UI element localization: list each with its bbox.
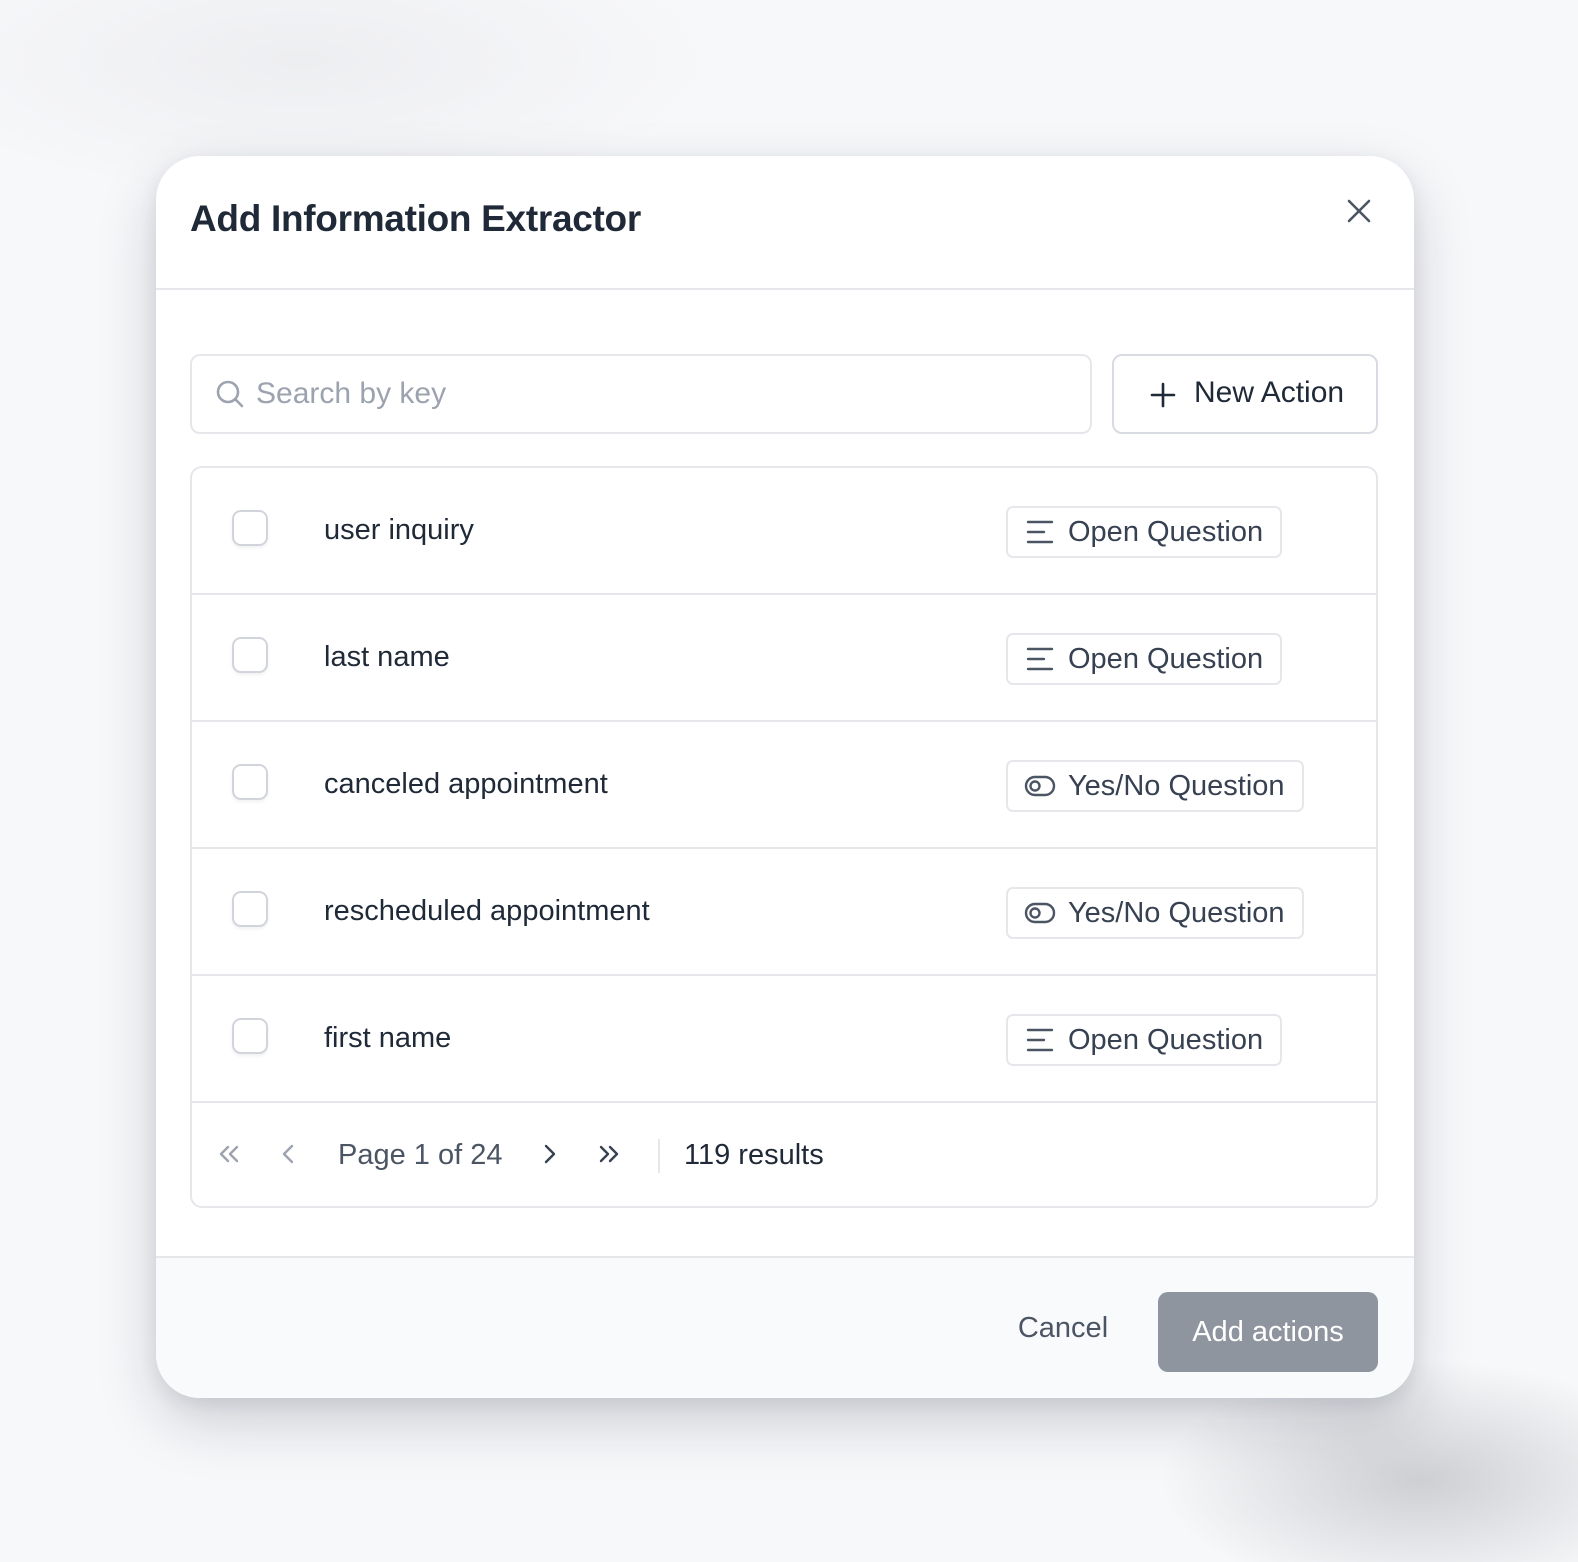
page-indicator: Page 1 of 24 bbox=[338, 1139, 503, 1171]
question-type-badge: Open Question bbox=[1006, 633, 1283, 685]
search-field[interactable] bbox=[190, 354, 1092, 434]
question-type-label: Open Question bbox=[1068, 642, 1264, 675]
chevron-left-icon bbox=[282, 1144, 294, 1164]
new-action-button[interactable]: New Action bbox=[1112, 354, 1378, 434]
row-key-label: canceled appointment bbox=[324, 768, 608, 800]
row-key-label: first name bbox=[324, 1022, 452, 1054]
dialog-footer: Cancel Add actions bbox=[156, 1256, 1414, 1398]
last-page-button[interactable] bbox=[592, 1137, 626, 1171]
search-icon bbox=[216, 380, 244, 408]
question-type-badge: Open Question bbox=[1006, 506, 1283, 558]
row-checkbox[interactable] bbox=[232, 1018, 268, 1054]
pagination-bar: Page 1 of 24 119 results bbox=[192, 1105, 1376, 1206]
pagination-divider bbox=[658, 1139, 660, 1173]
plus-icon bbox=[1150, 382, 1176, 408]
lines-icon bbox=[1026, 1028, 1054, 1052]
row-checkbox[interactable] bbox=[232, 891, 268, 927]
row-key-label: rescheduled appointment bbox=[324, 895, 650, 927]
question-type-label: Open Question bbox=[1068, 515, 1264, 548]
table-row: canceled appointment Yes/No Question bbox=[192, 722, 1376, 849]
question-type-badge: Yes/No Question bbox=[1006, 760, 1304, 812]
question-type-badge: Yes/No Question bbox=[1006, 887, 1304, 939]
close-icon bbox=[1347, 199, 1371, 223]
previous-page-button[interactable] bbox=[272, 1137, 306, 1171]
question-type-label: Yes/No Question bbox=[1068, 769, 1285, 802]
row-checkbox[interactable] bbox=[232, 764, 268, 800]
chevrons-right-icon bbox=[599, 1145, 619, 1163]
new-action-label: New Action bbox=[1194, 376, 1345, 409]
toggle-icon bbox=[1024, 902, 1056, 924]
row-key-label: user inquiry bbox=[324, 514, 474, 546]
row-checkbox[interactable] bbox=[232, 510, 268, 546]
table-row: rescheduled appointment Yes/No Question bbox=[192, 849, 1376, 976]
row-key-label: last name bbox=[324, 641, 450, 673]
add-actions-button[interactable]: Add actions bbox=[1158, 1292, 1378, 1372]
add-information-extractor-dialog: Add Information Extractor New Action use… bbox=[156, 156, 1414, 1398]
first-page-button[interactable] bbox=[212, 1137, 246, 1171]
chevron-right-icon bbox=[544, 1144, 556, 1164]
dialog-header: Add Information Extractor bbox=[156, 156, 1414, 290]
question-type-badge: Open Question bbox=[1006, 1014, 1283, 1066]
results-count: 119 results bbox=[684, 1139, 824, 1171]
cancel-button[interactable]: Cancel bbox=[998, 1296, 1128, 1360]
lines-icon bbox=[1026, 647, 1054, 671]
lines-icon bbox=[1026, 520, 1054, 544]
question-type-label: Yes/No Question bbox=[1068, 896, 1285, 929]
close-button[interactable] bbox=[1340, 192, 1378, 230]
table-row: last name Open Question bbox=[192, 595, 1376, 722]
question-type-label: Open Question bbox=[1068, 1023, 1264, 1056]
chevrons-left-icon bbox=[219, 1145, 239, 1163]
table-row: first name Open Question bbox=[192, 976, 1376, 1103]
row-checkbox[interactable] bbox=[232, 637, 268, 673]
toggle-icon bbox=[1024, 775, 1056, 797]
actions-table: user inquiry Open Question last name Ope… bbox=[190, 466, 1378, 1208]
next-page-button[interactable] bbox=[532, 1137, 566, 1171]
dialog-title: Add Information Extractor bbox=[190, 198, 641, 239]
search-input[interactable] bbox=[256, 356, 1076, 432]
table-row: user inquiry Open Question bbox=[192, 468, 1376, 595]
